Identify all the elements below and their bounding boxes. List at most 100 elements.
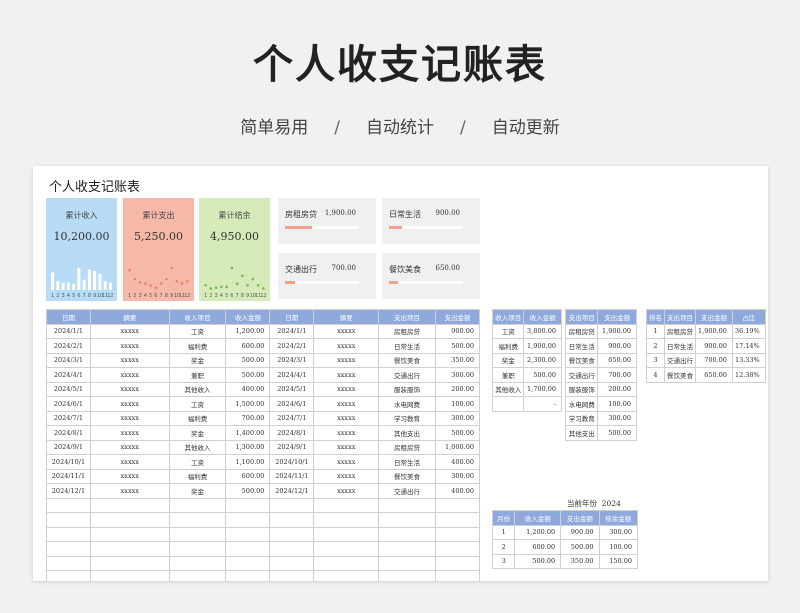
table-cell[interactable]: 1,900.00: [597, 323, 637, 339]
table-cell[interactable]: 300.00: [597, 410, 637, 426]
table-cell[interactable]: 1,200.00: [514, 524, 562, 540]
table-cell[interactable]: xxxxx: [89, 468, 170, 484]
table-cell[interactable]: [378, 555, 436, 571]
table-cell[interactable]: 900.00: [560, 524, 600, 540]
table-cell[interactable]: [313, 570, 380, 581]
table-cell[interactable]: [378, 541, 436, 557]
table-cell[interactable]: [313, 526, 380, 542]
table-cell[interactable]: [378, 526, 436, 542]
table-cell[interactable]: 1,300.00: [225, 439, 271, 455]
table-cell[interactable]: 650.00: [695, 367, 733, 383]
table-cell[interactable]: xxxxx: [89, 483, 170, 499]
table-cell[interactable]: 12.38%: [731, 367, 766, 383]
table-cell[interactable]: 奖金: [168, 425, 227, 441]
table-cell[interactable]: [434, 570, 481, 581]
table-cell[interactable]: 工资: [168, 396, 227, 412]
table-cell[interactable]: 2024/6/1: [46, 396, 91, 412]
table-cell[interactable]: [89, 512, 170, 528]
table-cell[interactable]: [89, 555, 170, 571]
table-cell[interactable]: xxxxx: [313, 396, 380, 412]
table-cell[interactable]: [269, 497, 315, 513]
table-cell[interactable]: 200.00: [434, 381, 481, 397]
table-cell[interactable]: 餐饮美食: [378, 468, 436, 484]
table-cell[interactable]: 福利费: [168, 410, 227, 426]
table-cell[interactable]: 2024/1/1: [46, 323, 91, 339]
table-cell[interactable]: xxxxx: [89, 396, 170, 412]
table-cell[interactable]: 2024/12/1: [269, 483, 315, 499]
table-cell[interactable]: xxxxx: [313, 468, 380, 484]
table-cell[interactable]: 600.00: [514, 539, 562, 555]
table-cell[interactable]: 2024/5/1: [46, 381, 91, 397]
table-cell[interactable]: xxxxx: [89, 352, 170, 368]
table-cell[interactable]: [46, 541, 91, 557]
table-cell[interactable]: xxxxx: [313, 323, 380, 339]
table-cell[interactable]: xxxxx: [89, 367, 170, 383]
table-cell[interactable]: xxxxx: [313, 454, 380, 470]
table-cell[interactable]: xxxxx: [313, 367, 380, 383]
table-cell[interactable]: [168, 526, 227, 542]
table-cell[interactable]: [168, 541, 227, 557]
table-cell[interactable]: 2024/9/1: [46, 439, 91, 455]
table-cell[interactable]: 服装服饰: [378, 381, 436, 397]
table-cell[interactable]: [313, 512, 380, 528]
table-cell[interactable]: 服装服饰: [564, 381, 599, 397]
table-cell[interactable]: 36.19%: [731, 323, 766, 339]
table-cell[interactable]: -: [523, 396, 562, 412]
table-cell[interactable]: 餐饮美食: [564, 352, 599, 368]
table-cell[interactable]: 900.00: [695, 338, 733, 354]
table-cell[interactable]: 2024/6/1: [269, 396, 315, 412]
table-cell[interactable]: 2024/8/1: [269, 425, 315, 441]
table-cell[interactable]: xxxxx: [89, 425, 170, 441]
table-cell[interactable]: [225, 497, 271, 513]
table-cell[interactable]: xxxxx: [89, 410, 170, 426]
table-cell[interactable]: 700.00: [695, 352, 733, 368]
table-cell[interactable]: 700.00: [597, 367, 637, 383]
table-cell[interactable]: 日常生活: [378, 454, 436, 470]
table-cell[interactable]: 2024/1/1: [269, 323, 315, 339]
table-cell[interactable]: 500.00: [434, 338, 481, 354]
table-cell[interactable]: 13.33%: [731, 352, 766, 368]
table-cell[interactable]: [46, 555, 91, 571]
table-cell[interactable]: 房租房贷: [664, 323, 696, 339]
table-cell[interactable]: 150.00: [598, 553, 639, 569]
table-cell[interactable]: 交通出行: [378, 483, 436, 499]
table-cell[interactable]: [378, 512, 436, 528]
table-cell[interactable]: [269, 526, 315, 542]
table-cell[interactable]: 2024/12/1: [46, 483, 91, 499]
table-cell[interactable]: [168, 512, 227, 528]
table-cell[interactable]: 300.00: [434, 410, 481, 426]
table-cell[interactable]: 兼职: [491, 367, 525, 383]
table-cell[interactable]: 福利费: [168, 338, 227, 354]
table-cell[interactable]: 700.00: [225, 410, 271, 426]
table-cell[interactable]: xxxxx: [89, 338, 170, 354]
table-cell[interactable]: xxxxx: [89, 323, 170, 339]
table-cell[interactable]: 日常生活: [664, 338, 696, 354]
table-cell[interactable]: 奖金: [491, 352, 525, 368]
table-cell[interactable]: 500.00: [225, 367, 271, 383]
table-cell[interactable]: 500.00: [225, 352, 271, 368]
table-cell[interactable]: 17.14%: [731, 338, 766, 354]
table-cell[interactable]: xxxxx: [313, 352, 380, 368]
table-cell[interactable]: 奖金: [168, 483, 227, 499]
table-cell[interactable]: 600.00: [225, 468, 271, 484]
table-cell[interactable]: 工资: [168, 454, 227, 470]
table-cell[interactable]: 其他收入: [168, 439, 227, 455]
table-cell[interactable]: 2024/8/1: [46, 425, 91, 441]
table-cell[interactable]: 房租房贷: [378, 323, 436, 339]
table-cell[interactable]: 500.00: [597, 425, 637, 441]
table-cell[interactable]: 2024/2/1: [269, 338, 315, 354]
table-cell[interactable]: 300.00: [598, 524, 639, 540]
table-cell[interactable]: [434, 555, 481, 571]
table-cell[interactable]: xxxxx: [313, 381, 380, 397]
table-cell[interactable]: [89, 570, 170, 581]
table-cell[interactable]: [89, 497, 170, 513]
table-cell[interactable]: [434, 497, 481, 513]
table-cell[interactable]: [434, 512, 481, 528]
table-cell[interactable]: 100.00: [434, 396, 481, 412]
table-cell[interactable]: 2: [491, 539, 516, 555]
table-cell[interactable]: 3: [491, 553, 516, 569]
table-cell[interactable]: 工资: [491, 323, 525, 339]
table-cell[interactable]: 1,700.00: [523, 381, 562, 397]
table-cell[interactable]: 1,900.00: [523, 338, 562, 354]
table-cell[interactable]: [269, 555, 315, 571]
